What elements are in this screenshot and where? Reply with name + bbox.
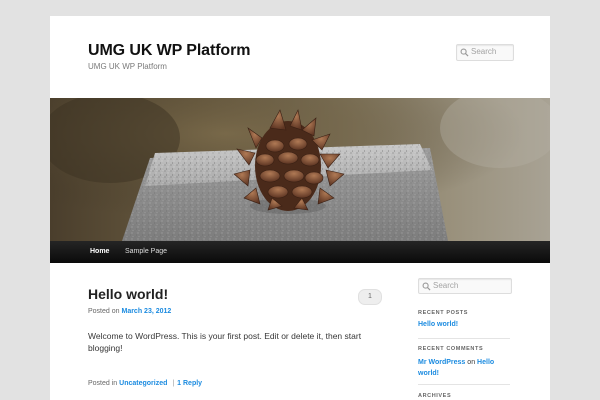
recent-comments-heading: RECENT COMMENTS [418, 346, 484, 352]
comment-author-link[interactable]: Mr WordPress [418, 359, 465, 366]
post-title-link[interactable]: Hello world! [88, 286, 168, 302]
nav-item-sample-page[interactable]: Sample Page [125, 241, 167, 263]
main-navigation: Home Sample Page [50, 241, 550, 263]
reply-link[interactable]: 1 Reply [177, 380, 202, 387]
header-search-placeholder: Search [471, 47, 497, 56]
post-content: Welcome to WordPress. This is your first… [88, 331, 362, 353]
recent-post-link[interactable]: Hello world! [418, 321, 458, 328]
post-footer-meta: Posted in Uncategorized | 1 Reply [88, 380, 202, 387]
sidebar-search-input[interactable]: Search [418, 278, 512, 294]
posted-on-label: Posted on [88, 308, 120, 315]
header-search-input[interactable]: Search [456, 44, 514, 61]
comment-count-bubble[interactable]: 1 [358, 289, 382, 305]
pinecone-banner-image [50, 98, 550, 241]
site-description: UMG UK WP Platform [88, 62, 167, 71]
recent-posts-heading: RECENT POSTS [418, 310, 468, 316]
posted-in-label: Posted in [88, 380, 118, 387]
search-icon [422, 282, 431, 291]
page-container: UMG UK WP Platform UMG UK WP Platform Se… [50, 16, 550, 400]
archives-heading: ARCHIVES [418, 393, 452, 399]
search-icon [460, 48, 469, 57]
post-date-link[interactable]: March 23, 2012 [121, 308, 171, 315]
category-link[interactable]: Uncategorized [119, 380, 167, 387]
site-title[interactable]: UMG UK WP Platform [88, 42, 250, 60]
recent-comment-item: Mr WordPress on Hello world! [418, 357, 510, 379]
comment-on-word: on [467, 359, 476, 366]
post-date-line: Posted on March 23, 2012 [88, 308, 171, 315]
widget-divider [418, 338, 510, 339]
widget-divider [418, 384, 510, 385]
sidebar-search-placeholder: Search [433, 281, 459, 290]
nav-item-home[interactable]: Home [90, 241, 109, 263]
meta-separator: | [172, 380, 175, 387]
header-banner-image[interactable] [50, 98, 550, 241]
